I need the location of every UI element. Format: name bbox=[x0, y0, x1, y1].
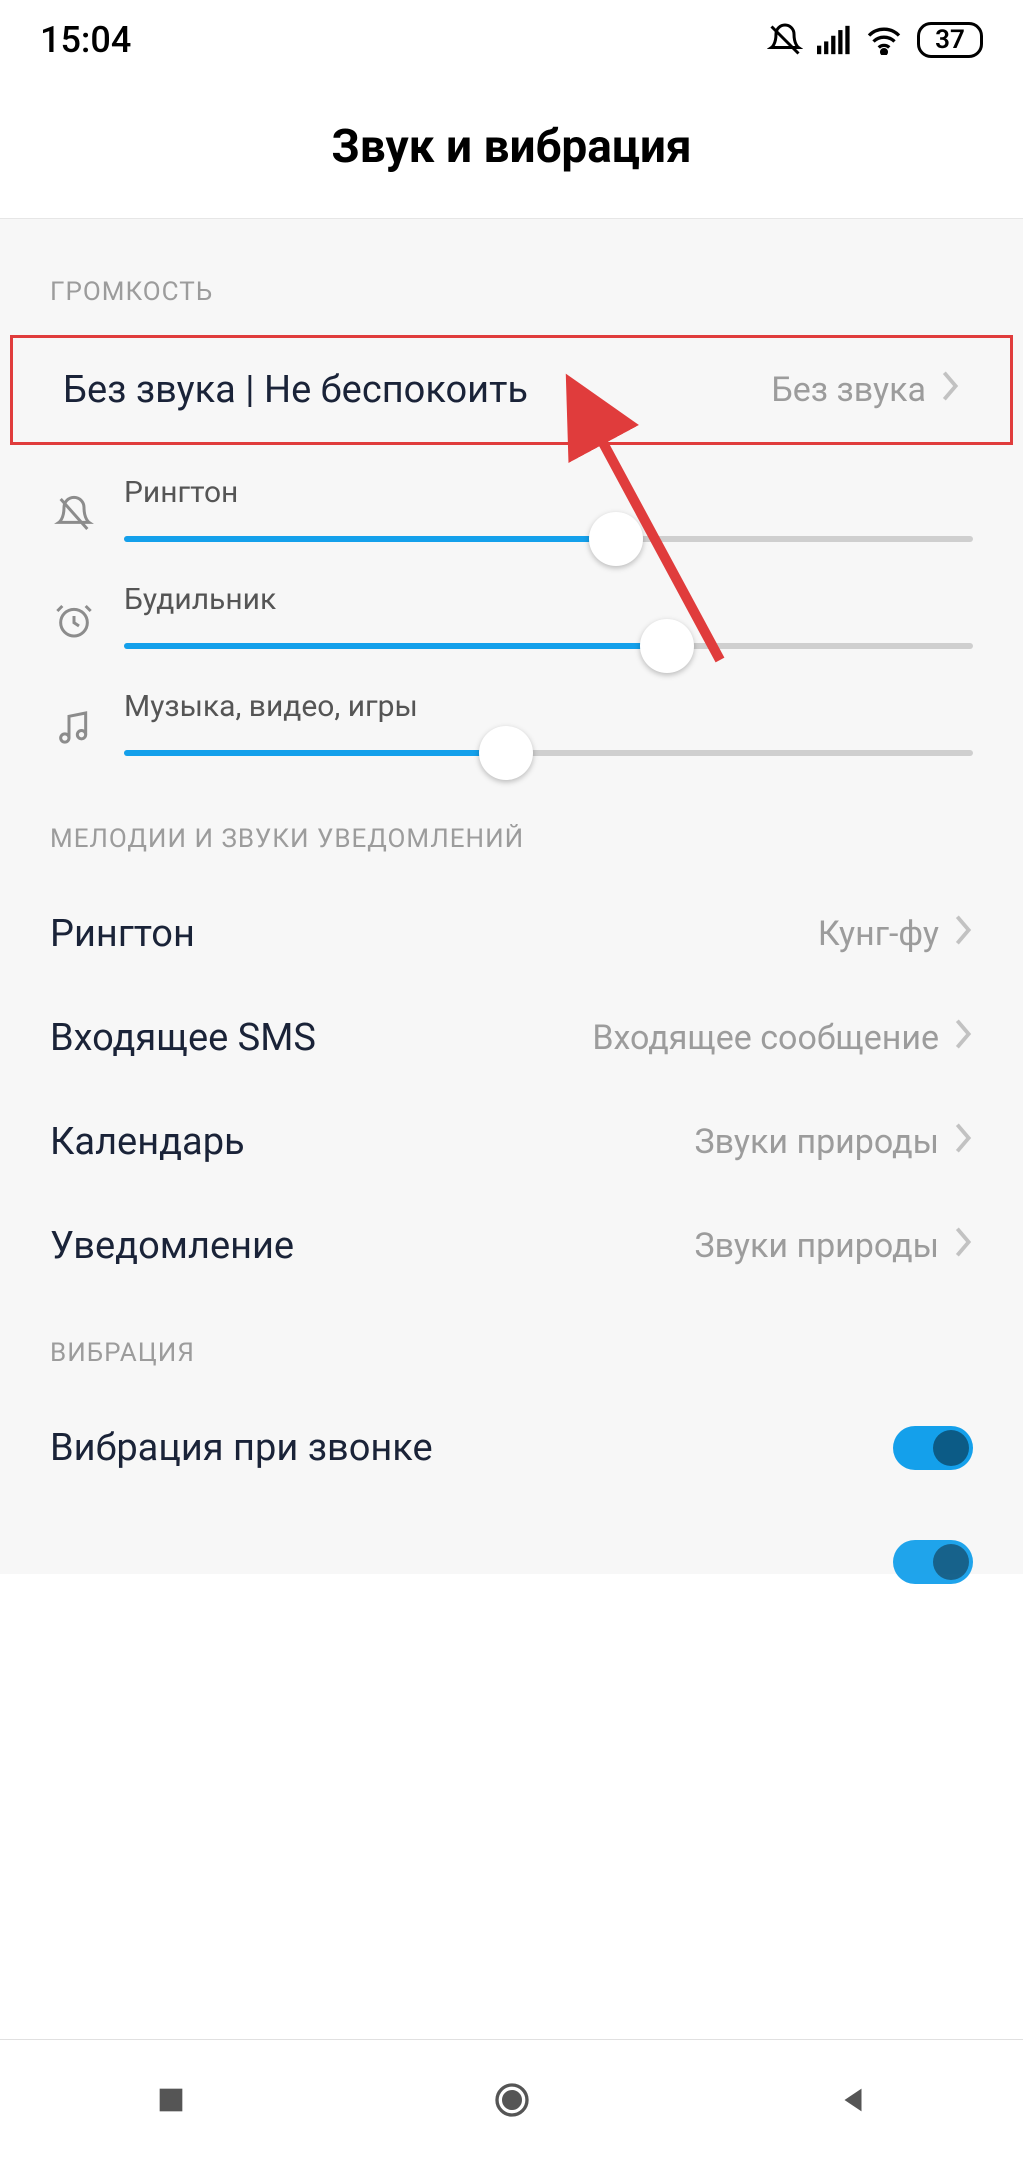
notification-row[interactable]: Уведомление Звуки природы bbox=[0, 1194, 1023, 1298]
sms-label: Входящее SMS bbox=[50, 1016, 316, 1060]
status-bar: 15:04 37 bbox=[0, 0, 1023, 80]
status-right: 37 bbox=[767, 22, 983, 58]
notification-value: Звуки природы bbox=[694, 1226, 939, 1266]
ringtone-label: Рингтон bbox=[50, 912, 195, 956]
navigation-bar bbox=[0, 2039, 1023, 2160]
section-header-volume: ГРОМКОСТЬ bbox=[0, 259, 1023, 335]
silent-dnd-value: Без звука bbox=[771, 369, 960, 412]
slider-alarm-track[interactable] bbox=[124, 643, 973, 649]
music-icon bbox=[50, 708, 98, 756]
section-header-vibration: ВИБРАЦИЯ bbox=[0, 1298, 1023, 1396]
battery-indicator: 37 bbox=[917, 22, 983, 58]
partial-row[interactable]: x bbox=[0, 1500, 1023, 1574]
notification-label: Уведомление bbox=[50, 1224, 294, 1268]
calendar-label: Календарь bbox=[50, 1120, 245, 1164]
slider-media[interactable]: Музыка, видео, игры bbox=[0, 679, 1023, 806]
bell-off-icon bbox=[50, 494, 98, 542]
section-header-sounds: МЕЛОДИИ И ЗВУКИ УВЕДОМЛЕНИЙ bbox=[0, 806, 1023, 882]
toggle-knob bbox=[933, 1544, 969, 1580]
slider-ringtone-thumb[interactable] bbox=[589, 512, 643, 566]
chevron-right-icon bbox=[940, 369, 960, 412]
alarm-icon bbox=[50, 601, 98, 649]
silent-dnd-value-text: Без звука bbox=[771, 370, 926, 410]
ringtone-row[interactable]: Рингтон Кунг-фу bbox=[0, 882, 1023, 986]
vibrate-on-call-row[interactable]: Вибрация при звонке bbox=[0, 1396, 1023, 1500]
slider-alarm[interactable]: Будильник bbox=[0, 572, 1023, 679]
slider-ringtone[interactable]: Рингтон bbox=[0, 445, 1023, 572]
slider-media-track[interactable] bbox=[124, 750, 973, 756]
ringtone-value: Кунг-фу bbox=[818, 914, 939, 954]
nav-back-button[interactable] bbox=[832, 2079, 874, 2121]
nav-recent-button[interactable] bbox=[150, 2079, 192, 2121]
partial-toggle[interactable] bbox=[893, 1540, 973, 1584]
screen: 15:04 37 bbox=[0, 0, 1023, 2160]
slider-media-label: Музыка, видео, игры bbox=[124, 689, 973, 724]
sms-value: Входящее сообщение bbox=[592, 1018, 939, 1058]
content: ГРОМКОСТЬ Без звука | Не беспокоить Без … bbox=[0, 218, 1023, 1574]
calendar-row[interactable]: Календарь Звуки природы bbox=[0, 1090, 1023, 1194]
sms-row[interactable]: Входящее SMS Входящее сообщение bbox=[0, 986, 1023, 1090]
silent-dnd-row[interactable]: Без звука | Не беспокоить Без звука bbox=[10, 335, 1013, 445]
vibrate-on-call-toggle[interactable] bbox=[893, 1426, 973, 1470]
signal-icon bbox=[817, 25, 851, 55]
slider-alarm-thumb[interactable] bbox=[640, 619, 694, 673]
calendar-value: Звуки природы bbox=[694, 1122, 939, 1162]
slider-alarm-label: Будильник bbox=[124, 582, 973, 617]
chevron-right-icon bbox=[953, 913, 973, 956]
chevron-right-icon bbox=[953, 1225, 973, 1268]
slider-ringtone-label: Рингтон bbox=[124, 475, 973, 510]
status-time: 15:04 bbox=[40, 19, 131, 61]
mute-icon bbox=[767, 22, 803, 58]
chevron-right-icon bbox=[953, 1017, 973, 1060]
chevron-right-icon bbox=[953, 1121, 973, 1164]
slider-media-thumb[interactable] bbox=[479, 726, 533, 780]
toggle-knob bbox=[933, 1430, 969, 1466]
wifi-icon bbox=[865, 25, 903, 55]
vibrate-on-call-label: Вибрация при звонке bbox=[50, 1426, 433, 1470]
page-title: Звук и вибрация bbox=[0, 80, 1023, 218]
nav-home-button[interactable] bbox=[491, 2079, 533, 2121]
silent-dnd-label: Без звука | Не беспокоить bbox=[63, 368, 528, 412]
slider-ringtone-track[interactable] bbox=[124, 536, 973, 542]
